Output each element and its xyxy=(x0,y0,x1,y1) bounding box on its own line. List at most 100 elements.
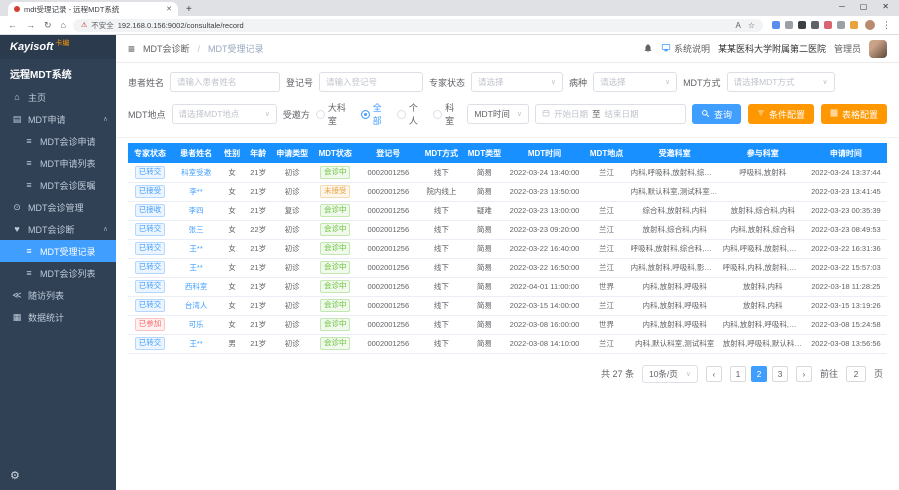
cell-apply_type: 初诊 xyxy=(272,258,312,277)
disease-select[interactable]: 请选择∨ xyxy=(593,72,677,92)
chevron-down-icon: ∨ xyxy=(681,370,691,378)
cell-joined: 内科,放射科,呼吸科,测试科室 xyxy=(721,315,805,334)
patient-name-link[interactable]: 台湾人 xyxy=(185,301,208,310)
patient-name-link[interactable]: 王** xyxy=(189,244,202,253)
cell-apply_time: 2022-03-23 00:35:39 xyxy=(805,201,887,220)
page-size-select[interactable]: 10条/页∨ xyxy=(642,365,698,383)
extension-icon[interactable] xyxy=(798,21,806,29)
gear-icon[interactable]: ⚙ xyxy=(10,469,20,482)
patient-name-link[interactable]: 李** xyxy=(189,187,202,196)
prev-page-button[interactable]: ‹ xyxy=(706,366,722,382)
extension-icon[interactable] xyxy=(785,21,793,29)
invited-party-label: 受邀方 xyxy=(283,108,310,121)
home-icon: ⌂ xyxy=(12,92,22,102)
url-bar[interactable]: ⚠ 不安全 192.168.0.156:9002/consultale/reco… xyxy=(73,19,763,32)
new-tab-button[interactable]: + xyxy=(186,4,192,15)
hamburger-icon[interactable]: ≡ xyxy=(128,42,135,56)
patient-name-link[interactable]: 西科室 xyxy=(185,282,208,291)
mdt-place-select[interactable]: 请选择MDT地点∨ xyxy=(172,104,277,124)
date-range-picker[interactable]: 开始日期 至 结束日期 xyxy=(535,104,686,124)
sidebar-item-主页[interactable]: ⌂主页 xyxy=(0,86,116,108)
sidebar-subitem-MDT会诊医嘱[interactable]: ≡MDT会诊医嘱 xyxy=(0,174,116,196)
cell-reg_no: 0002001256 xyxy=(358,182,418,201)
sidebar-subitem-MDT会诊列表[interactable]: ≡MDT会诊列表 xyxy=(0,262,116,284)
breadcrumb-parent[interactable]: MDT会诊断 xyxy=(143,42,190,55)
mdt-time-select[interactable]: MDT时间∨ xyxy=(467,104,529,124)
maximize-button[interactable]: ▢ xyxy=(860,2,868,11)
patient-name-link[interactable]: 李四 xyxy=(189,206,204,215)
browser-profile-icon[interactable] xyxy=(865,20,875,30)
patient-name-link[interactable]: 张三 xyxy=(189,225,204,234)
radio-科室[interactable]: 科室 xyxy=(433,101,461,127)
cell-age: 21岁 xyxy=(244,315,272,334)
user-avatar[interactable] xyxy=(869,40,887,58)
search-button[interactable]: 查询 xyxy=(692,104,741,124)
cell-joined: 放射科,内科 xyxy=(721,296,805,315)
table-config-button[interactable]: 表格配置 xyxy=(821,104,887,124)
chevron-down-icon: ∨ xyxy=(546,78,556,86)
translate-icon[interactable]: A xyxy=(735,21,740,30)
filter-row-2: MDT地点 请选择MDT地点∨ 受邀方 大科室全部个人科室 MDT时间∨ 开始日… xyxy=(128,101,887,127)
cell-gender: 女 xyxy=(220,220,244,239)
cell-apply_type: 复诊 xyxy=(272,201,312,220)
cell-invited: 综合科,放射科,内科 xyxy=(629,201,721,220)
sidebar-item-MDT会诊管理[interactable]: ⊙MDT会诊管理 xyxy=(0,196,116,218)
patient-name-input[interactable] xyxy=(177,77,273,87)
sidebar-subitem-MDT会诊申请[interactable]: ≡MDT会诊申请 xyxy=(0,130,116,152)
browser-home-icon[interactable]: ⌂ xyxy=(61,20,66,31)
sidebar-subitem-MDT受理记录[interactable]: ≡MDT受理记录 xyxy=(0,240,116,262)
extension-icon[interactable] xyxy=(837,21,845,29)
sidebar-subitem-label: MDT会诊医嘱 xyxy=(40,179,96,192)
patient-name-link[interactable]: 王** xyxy=(189,339,202,348)
sidebar-subitem-label: MDT会诊列表 xyxy=(40,267,96,280)
extension-icon[interactable] xyxy=(850,21,858,29)
cell-mdt_mode: 线下 xyxy=(418,277,464,296)
close-button[interactable]: ✕ xyxy=(882,2,889,11)
register-no-input[interactable] xyxy=(326,77,416,87)
extension-icon[interactable] xyxy=(772,21,780,29)
col-header-mdt_status: MDT状态 xyxy=(312,143,358,163)
patient-name-link[interactable]: 王** xyxy=(189,263,202,272)
browser-menu-icon[interactable]: ⋮ xyxy=(882,20,891,31)
minimize-button[interactable]: ─ xyxy=(839,2,845,11)
refresh-icon[interactable]: ↻ xyxy=(44,20,52,31)
cell-reg_no: 0002001256 xyxy=(358,201,418,220)
cell-invited: 内科,放射科,呼吸科,影像科 xyxy=(629,258,721,277)
browser-tab[interactable]: mdt受理记录 - 远程MDT系统 ✕ xyxy=(8,2,178,16)
bell-icon[interactable] xyxy=(643,43,653,55)
bookmark-star-icon[interactable]: ☆ xyxy=(748,21,755,30)
followup-icon: ≪ xyxy=(12,290,22,301)
system-help-label: 系统说明 xyxy=(674,42,710,55)
next-page-button[interactable]: › xyxy=(796,366,812,382)
system-help-button[interactable]: 系统说明 xyxy=(661,42,710,55)
mdt-mode-select[interactable]: 请选择MDT方式∨ xyxy=(727,72,835,92)
extension-icon[interactable] xyxy=(811,21,819,29)
sidebar-subitem-label: MDT申请列表 xyxy=(40,157,96,170)
sidebar-item-label: 随访列表 xyxy=(28,289,64,302)
register-no-input-wrap xyxy=(319,72,423,92)
condition-config-button[interactable]: 条件配置 xyxy=(748,104,814,124)
page-button-2[interactable]: 2 xyxy=(751,366,767,382)
expert-status-select[interactable]: 请选择∨ xyxy=(471,72,563,92)
mdt-status-tag: 会诊中 xyxy=(320,223,351,236)
sidebar-item-MDT会诊断[interactable]: ♥MDT会诊断∧ xyxy=(0,218,116,240)
goto-page-input[interactable] xyxy=(846,366,866,382)
forward-icon[interactable]: → xyxy=(26,20,35,31)
col-header-mdt_type: MDT类型 xyxy=(464,143,504,163)
page-button-3[interactable]: 3 xyxy=(772,366,788,382)
tab-close-icon[interactable]: ✕ xyxy=(166,5,172,13)
page-button-1[interactable]: 1 xyxy=(730,366,746,382)
sidebar-item-随访列表[interactable]: ≪ 随访列表 xyxy=(0,284,116,306)
radio-个人[interactable]: 个人 xyxy=(397,101,425,127)
radio-大科室[interactable]: 大科室 xyxy=(316,101,353,127)
cell-name: 西科室 xyxy=(172,277,220,296)
cell-mdt_mode: 线下 xyxy=(418,315,464,334)
radio-全部[interactable]: 全部 xyxy=(361,101,389,127)
extension-icon[interactable] xyxy=(824,21,832,29)
sidebar-item-MDT申请[interactable]: ▤MDT申请∧ xyxy=(0,108,116,130)
patient-name-link[interactable]: 科室受邀 xyxy=(181,168,211,177)
patient-name-link[interactable]: 可乐 xyxy=(189,320,204,329)
back-icon[interactable]: ← xyxy=(8,20,17,31)
sidebar-item-数据统计[interactable]: ▦数据统计 xyxy=(0,306,116,328)
sidebar-subitem-MDT申请列表[interactable]: ≡MDT申请列表 xyxy=(0,152,116,174)
